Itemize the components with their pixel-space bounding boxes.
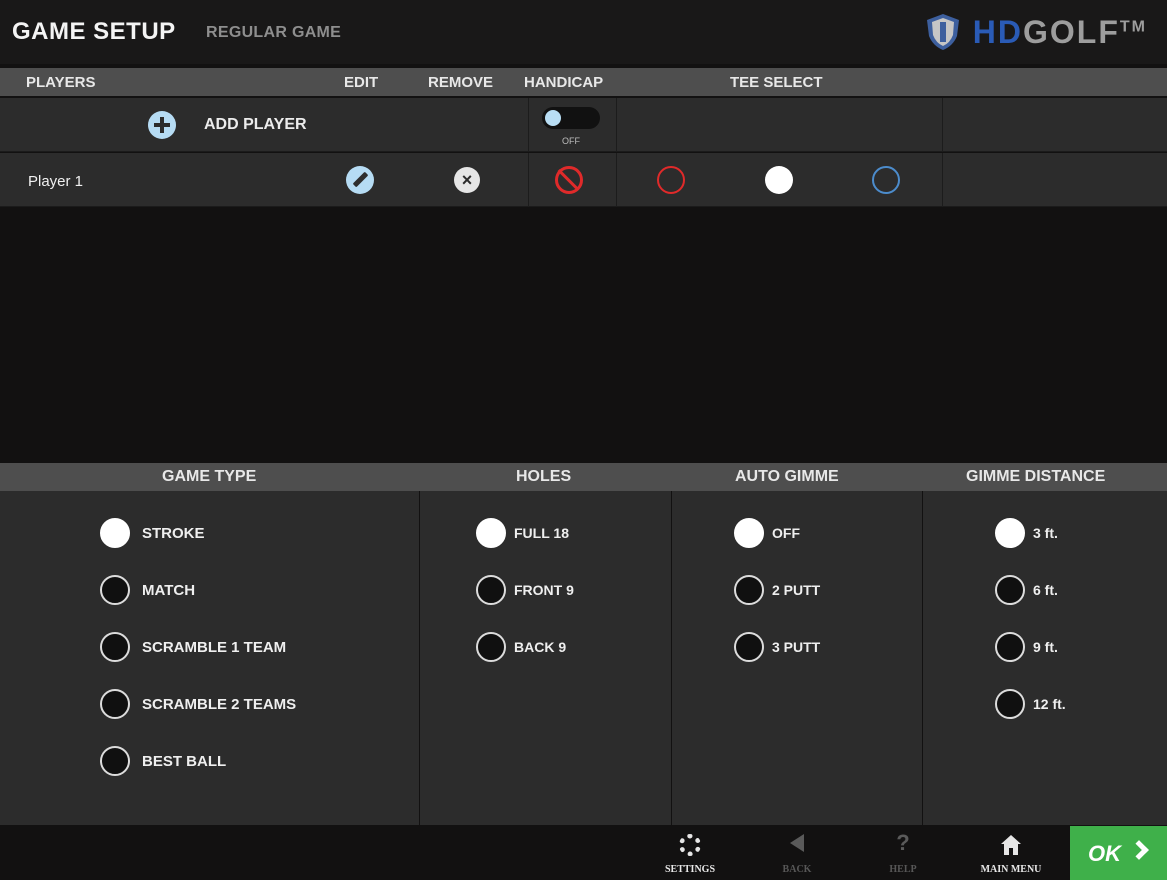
auto-gimme-option-3-putt[interactable]: 3 PUTT (734, 632, 820, 662)
home-icon (1001, 835, 1021, 855)
table-row: Player 1 × (0, 153, 1167, 207)
gimme-distance-header: GIMME DISTANCE (966, 468, 1106, 485)
option-label: 3 ft. (1033, 525, 1058, 541)
option-label: STROKE (142, 524, 205, 542)
logo-hd-text: HD (972, 13, 1024, 50)
holes-option-full-18[interactable]: FULL 18 (476, 518, 569, 548)
players-table-header: PLAYERS EDIT REMOVE HANDICAP TEE SELECT (0, 68, 1167, 96)
handicap-toggle[interactable] (542, 107, 600, 129)
players-list-empty-area (0, 208, 1167, 460)
gimme-distance-option-12ft[interactable]: 12 ft. (995, 689, 1066, 719)
auto-gimme-option-off[interactable]: OFF (734, 518, 800, 548)
option-label: SCRAMBLE 1 TEAM (142, 638, 287, 656)
option-label: 6 ft. (1033, 582, 1058, 598)
ok-button[interactable]: OK (1070, 826, 1167, 880)
option-label: FULL 18 (514, 525, 569, 541)
toggle-knob (545, 110, 561, 126)
tee-red-radio[interactable] (657, 166, 685, 194)
radio-selected[interactable] (100, 518, 130, 548)
help-button[interactable]: ? HELP (858, 826, 948, 880)
player-name: Player 1 (28, 173, 84, 190)
back-button[interactable]: BACK (752, 826, 842, 880)
option-label: BEST BALL (142, 752, 227, 770)
ok-label: OK (1088, 841, 1121, 866)
gimme-distance-option-6ft[interactable]: 6 ft. (995, 575, 1058, 605)
radio[interactable] (995, 689, 1025, 719)
title-bar: GAME SETUP REGULAR GAME HDGOLFTM (0, 0, 1167, 64)
game-type-option-scramble-1-team[interactable]: SCRAMBLE 1 TEAM (100, 632, 286, 662)
no-handicap-icon[interactable] (555, 166, 583, 194)
option-label: MATCH (142, 581, 196, 599)
options-header: GAME TYPE HOLES AUTO GIMME GIMME DISTANC… (0, 463, 1167, 491)
column-remove: REMOVE (428, 74, 494, 91)
radio-selected[interactable] (995, 518, 1025, 548)
logo-golf-text: GOLF (1023, 13, 1120, 50)
settings-button[interactable]: SETTINGS (645, 826, 735, 880)
radio[interactable] (100, 746, 130, 776)
radio[interactable] (734, 575, 764, 605)
column-edit: EDIT (344, 74, 379, 91)
option-label: 3 PUTT (772, 639, 821, 655)
radio[interactable] (476, 632, 506, 662)
radio-selected[interactable] (734, 518, 764, 548)
game-type-option-match[interactable]: MATCH (100, 575, 195, 605)
back-label: BACK (782, 864, 812, 875)
game-type-header: GAME TYPE (162, 468, 257, 485)
shield-emblem-icon (926, 14, 959, 50)
help-label: HELP (889, 864, 917, 875)
holes-header: HOLES (516, 468, 572, 485)
radio[interactable] (995, 632, 1025, 662)
edit-pencil-icon[interactable] (346, 166, 374, 194)
auto-gimme-header: AUTO GIMME (735, 468, 839, 485)
game-type-option-stroke[interactable]: STROKE (100, 518, 205, 548)
handicap-toggle-label: OFF (562, 136, 580, 146)
game-type-panel: STROKE MATCH SCRAMBLE 1 TEAM SCRAMBLE 2 … (0, 491, 419, 825)
radio[interactable] (100, 632, 130, 662)
page-title: GAME SETUP (12, 18, 176, 45)
holes-option-front-9[interactable]: FRONT 9 (476, 575, 574, 605)
tee-blue-radio[interactable] (872, 166, 900, 194)
holes-panel: FULL 18 FRONT 9 BACK 9 (420, 491, 671, 825)
settings-label: SETTINGS (664, 864, 716, 875)
main-menu-label: MAIN MENU (980, 864, 1042, 875)
radio[interactable] (476, 575, 506, 605)
radio-selected[interactable] (476, 518, 506, 548)
column-players: PLAYERS (26, 74, 96, 91)
radio[interactable] (100, 575, 130, 605)
game-type-option-scramble-2-teams[interactable]: SCRAMBLE 2 TEAMS (100, 689, 296, 719)
gimme-distance-option-9ft[interactable]: 9 ft. (995, 632, 1058, 662)
auto-gimme-option-2-putt[interactable]: 2 PUTT (734, 575, 820, 605)
hd-golf-logo: HDGOLFTM (923, 12, 1147, 52)
auto-gimme-panel: OFF 2 PUTT 3 PUTT (672, 491, 922, 825)
column-handicap: HANDICAP (524, 74, 604, 91)
option-label: BACK 9 (514, 639, 567, 655)
add-player-icon[interactable] (148, 111, 176, 139)
column-tee-select: TEE SELECT (730, 74, 823, 91)
back-arrow-icon (790, 834, 804, 852)
radio[interactable] (100, 689, 130, 719)
add-player-button[interactable]: ADD PLAYER (204, 116, 307, 134)
logo-tm-text: TM (1119, 17, 1147, 35)
chevron-right-icon (1129, 840, 1149, 860)
question-mark-icon: ? (896, 830, 910, 855)
remove-x-icon[interactable]: × (454, 167, 480, 193)
option-label: 12 ft. (1033, 696, 1066, 712)
option-label: SCRAMBLE 2 TEAMS (142, 695, 297, 713)
gear-icon (679, 834, 701, 856)
option-label: FRONT 9 (514, 582, 574, 598)
option-label: 2 PUTT (772, 582, 821, 598)
radio[interactable] (995, 575, 1025, 605)
gimme-distance-panel: 3 ft. 6 ft. 9 ft. 12 ft. (923, 491, 1167, 825)
game-type-option-best-ball[interactable]: BEST BALL (100, 746, 226, 776)
footer-toolbar: SETTINGS BACK ? HELP MAIN MENU (0, 826, 1167, 880)
option-label: 9 ft. (1033, 639, 1058, 655)
gimme-distance-option-3ft[interactable]: 3 ft. (995, 518, 1058, 548)
option-label: OFF (772, 525, 800, 541)
radio[interactable] (734, 632, 764, 662)
main-menu-button[interactable]: MAIN MENU (966, 826, 1056, 880)
add-player-row: ADD PLAYER OFF (0, 98, 1167, 152)
holes-option-back-9[interactable]: BACK 9 (476, 632, 566, 662)
page-subtitle: REGULAR GAME (206, 24, 342, 41)
tee-white-radio[interactable] (765, 166, 793, 194)
